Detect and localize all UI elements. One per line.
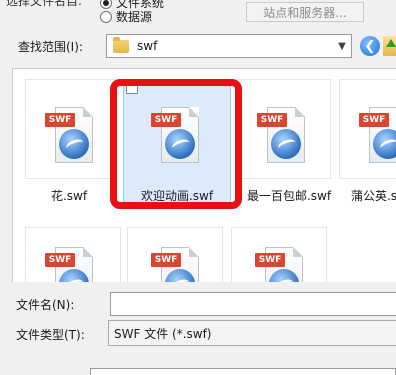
file-tile[interactable]: SWF 最一百包邮.swf	[237, 79, 333, 203]
filename-label: 文件名(N):	[16, 298, 75, 312]
swf-file-icon: SWF	[359, 107, 396, 165]
look-in-row: 查找范围(I): swf ▼ ❮	[0, 34, 396, 58]
file-list-pane[interactable]: SWF 花.swf SWF 欢迎动画.swf SWF 最一百包邮.swf SWF…	[12, 68, 396, 282]
radio-datasource-indicator[interactable]	[100, 10, 112, 23]
radio-datasource-label: 数据源	[116, 10, 153, 24]
look-in-dropdown[interactable]: swf ▼	[106, 34, 352, 58]
swf-badge: SWF	[257, 113, 287, 127]
file-name: 蒲公英.swf	[350, 189, 396, 203]
file-tile-selected[interactable]: SWF 欢迎动画.swf	[123, 79, 231, 205]
site-server-button[interactable]: 站点和服务器...	[246, 2, 364, 22]
filename-input[interactable]	[110, 292, 396, 316]
chevron-down-icon[interactable]: ▼	[333, 35, 351, 57]
look-in-folder-name: swf	[137, 39, 158, 53]
look-in-label: 查找范围(I):	[18, 40, 83, 54]
file-name: 欢迎动画.swf	[140, 189, 214, 203]
file-tile[interactable]: SWF 花.swf	[21, 79, 117, 203]
folder-icon	[113, 36, 129, 53]
back-arrow-icon[interactable]: ❮	[360, 36, 380, 56]
select-from-label: 选择文件名自:	[6, 0, 83, 8]
swf-file-icon: SWF	[151, 247, 203, 282]
swf-file-icon: SWF	[151, 107, 203, 165]
file-tile[interactable]: SWF	[127, 227, 223, 282]
select-checkbox[interactable]	[126, 82, 138, 94]
file-tile[interactable]: SWF	[21, 227, 121, 282]
file-name: 花.swf	[50, 189, 88, 203]
swf-badge: SWF	[255, 253, 285, 267]
swf-badge: SWF	[359, 113, 389, 127]
file-tile[interactable]: SWF	[231, 227, 327, 282]
swf-file-icon: SWF	[45, 107, 97, 165]
filetype-label: 文件类型(T):	[16, 328, 85, 342]
filetype-dropdown[interactable]: SWF 文件 (*.swf)	[108, 320, 396, 346]
file-name: 最一百包邮.swf	[246, 189, 332, 203]
source-options-row: 选择文件名自: 文件系统 数据源 站点和服务器...	[0, 0, 396, 26]
partial-field[interactable]	[90, 368, 396, 375]
swf-badge: SWF	[45, 113, 75, 127]
swf-badge: SWF	[151, 253, 181, 267]
swf-file-icon: SWF	[255, 247, 307, 282]
swf-badge: SWF	[45, 253, 75, 267]
radio-datasource[interactable]: 数据源	[100, 8, 152, 25]
filetype-value: SWF 文件 (*.swf)	[114, 326, 212, 341]
up-folder-icon[interactable]	[383, 36, 396, 56]
file-tile[interactable]: SWF 蒲公英.swf	[339, 79, 396, 203]
swf-file-icon: SWF	[45, 247, 97, 282]
dialog-footer: 文件名(N): 文件类型(T): SWF 文件 (*.swf)	[0, 284, 396, 375]
swf-file-icon: SWF	[257, 107, 309, 165]
swf-badge: SWF	[151, 113, 181, 127]
